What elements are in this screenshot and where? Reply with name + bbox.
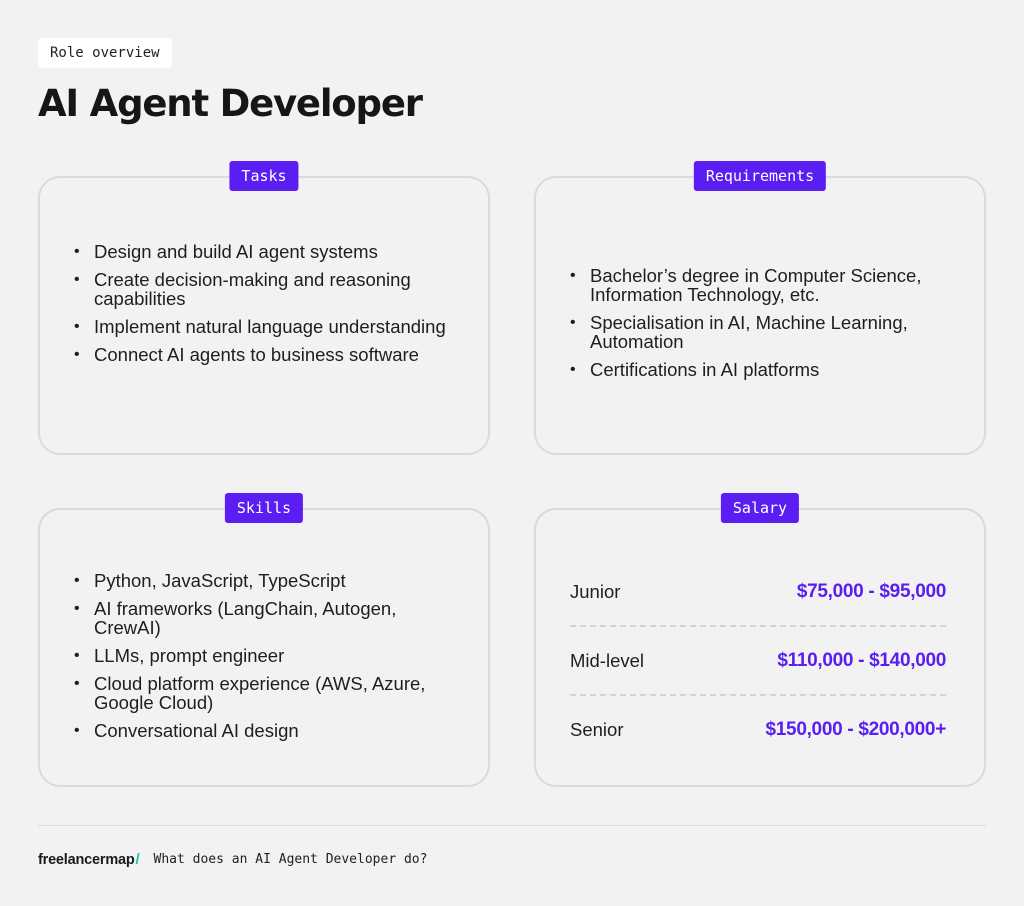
page-title: AI Agent Developer [38, 82, 423, 125]
list-item: Implement natural language understanding [74, 317, 448, 336]
skills-card: Skills Python, JavaScript, TypeScript AI… [38, 493, 490, 787]
salary-row-mid-level: Mid-level $110,000 - $140,000 [570, 649, 946, 673]
salary-level: Mid-level [570, 650, 645, 671]
list-item: Conversational AI design [74, 721, 448, 740]
salary-label: Salary [720, 493, 800, 523]
list-item: Certifications in AI platforms [570, 360, 944, 379]
footer-divider [38, 825, 986, 826]
list-item: Connect AI agents to business software [74, 345, 448, 364]
list-item: Specialisation in AI, Machine Learning, … [570, 313, 944, 351]
salary-range: $110,000 - $140,000 [777, 650, 946, 671]
skills-label: Skills [224, 493, 304, 523]
brand-logo: freelancermap/ [38, 851, 140, 868]
salary-level: Junior [570, 581, 621, 602]
list-item: AI frameworks (LangChain, Autogen, CrewA… [74, 599, 448, 637]
list-item: Bachelor’s degree in Computer Science, I… [570, 266, 944, 304]
list-item: Python, JavaScript, TypeScript [74, 571, 448, 590]
tasks-label: Tasks [229, 161, 299, 191]
requirements-card: Requirements Bachelor’s degree in Comput… [534, 161, 986, 455]
list-item: Create decision-making and reasoning cap… [74, 270, 448, 308]
salary-range: $150,000 - $200,000+ [765, 719, 947, 740]
requirements-label: Requirements [693, 161, 827, 191]
tasks-card: Tasks Design and build AI agent systems … [38, 161, 490, 455]
list-item: Cloud platform experience (AWS, Azure, G… [74, 674, 448, 712]
requirements-list: Bachelor’s degree in Computer Science, I… [570, 266, 944, 388]
footer: freelancermap/ What does an AI Agent Dev… [38, 848, 427, 870]
salary-row-senior: Senior $150,000 - $200,000+ [570, 718, 946, 742]
salary-divider [570, 625, 946, 627]
footer-caption: What does an AI Agent Developer do? [153, 851, 428, 867]
brand-slash: / [135, 850, 140, 868]
salary-divider [570, 694, 946, 696]
salary-row-junior: Junior $75,000 - $95,000 [570, 580, 946, 604]
list-item: LLMs, prompt engineer [74, 646, 448, 665]
salary-level: Senior [570, 719, 624, 740]
salary-range: $75,000 - $95,000 [796, 581, 946, 602]
skills-list: Python, JavaScript, TypeScript AI framew… [74, 571, 448, 749]
tasks-list: Design and build AI agent systems Create… [74, 242, 448, 373]
role-overview-tag: Role overview [38, 38, 172, 68]
salary-card: Salary Junior $75,000 - $95,000 Mid-leve… [534, 493, 986, 787]
brand-name: freelancermap [38, 851, 135, 868]
list-item: Design and build AI agent systems [74, 242, 448, 261]
